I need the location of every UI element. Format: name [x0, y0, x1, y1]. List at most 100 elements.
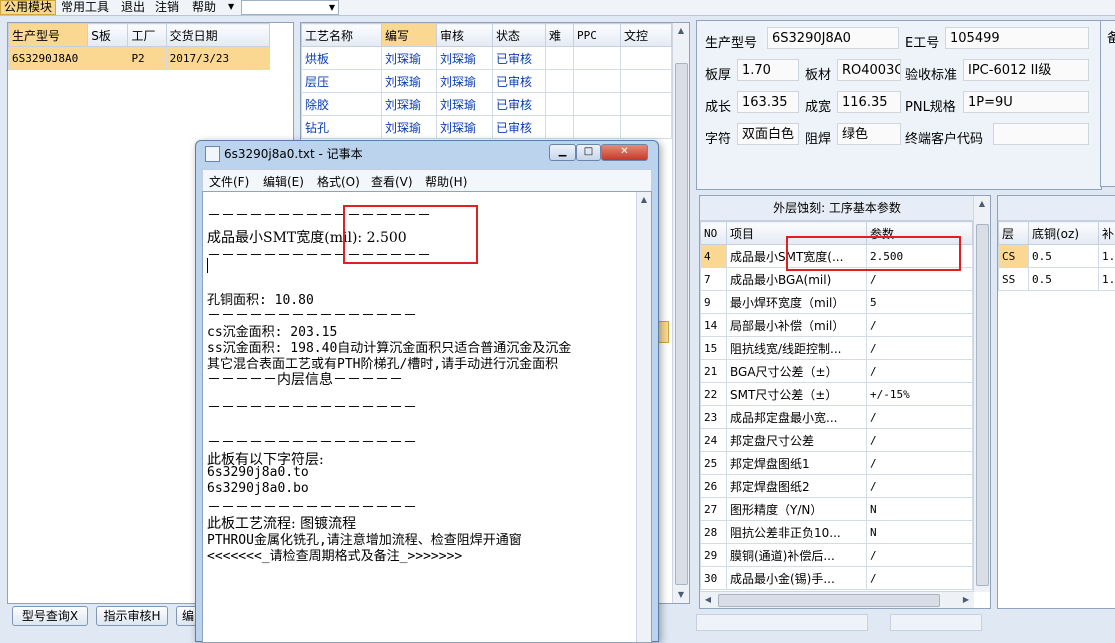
param-value-cell[interactable]: 5	[867, 291, 973, 314]
menu-public-module[interactable]: 公用模块	[0, 0, 56, 15]
param-item-cell[interactable]: 局部最小补偿（mil）	[727, 314, 867, 337]
col-header-base-copper[interactable]: 底铜(oz)	[1029, 222, 1099, 245]
order-s-board-cell[interactable]	[88, 47, 128, 70]
param-item-cell[interactable]: 膜铜(通道)补偿后...	[727, 544, 867, 567]
copper-cell[interactable]: 0.5	[1029, 268, 1099, 291]
param-item-cell[interactable]: 邦定盘尺寸公差	[727, 429, 867, 452]
param-item-cell[interactable]: 最小焊环宽度（mil）	[727, 291, 867, 314]
status-cell[interactable]: 已审核	[493, 70, 546, 93]
param-value-cell[interactable]: +/-15%	[867, 383, 973, 406]
col-header-difficulty[interactable]: 难	[546, 24, 574, 47]
notepad-menu-view[interactable]: 查看(V)	[371, 173, 413, 190]
width-field[interactable]: 116.35	[837, 91, 901, 113]
param-no-cell[interactable]: 9	[701, 291, 727, 314]
param-value-cell[interactable]: /	[867, 314, 973, 337]
param-no-cell[interactable]: 14	[701, 314, 727, 337]
maximize-icon[interactable]: □	[576, 144, 601, 161]
notepad-menu-help[interactable]: 帮助(H)	[425, 173, 467, 190]
difficulty-cell[interactable]	[546, 93, 574, 116]
status-cell[interactable]: 已审核	[493, 116, 546, 139]
scroll-up-icon[interactable]: ▲	[673, 23, 689, 39]
table-row[interactable]: 21BGA尺寸公差（±）/	[701, 360, 973, 383]
table-row[interactable]: 22SMT尺寸公差（±）+/-15%	[701, 383, 973, 406]
layer-cell[interactable]: SS	[999, 268, 1029, 291]
writer-cell[interactable]: 刘琛瑜	[382, 116, 437, 139]
param-item-cell[interactable]: 阻抗线宽/线距控制...	[727, 337, 867, 360]
col-header-process[interactable]: 工艺名称	[302, 24, 382, 47]
param-value-cell[interactable]: /	[867, 567, 973, 590]
param-value-cell[interactable]: N	[867, 521, 973, 544]
params-vertical-scrollbar[interactable]: ▲	[973, 196, 990, 592]
copper-cell[interactable]: 0.5	[1029, 245, 1099, 268]
col-header-writer[interactable]: 编写	[382, 24, 437, 47]
param-item-cell[interactable]: 成品邦定盘最小宽...	[727, 406, 867, 429]
col-header-no[interactable]: NO	[701, 222, 727, 245]
param-value-cell[interactable]: N	[867, 498, 973, 521]
col-header-doc-control[interactable]: 文控	[621, 24, 672, 47]
pnl-spec-field[interactable]: 1P=9U	[963, 91, 1089, 113]
param-no-cell[interactable]: 4	[701, 245, 727, 268]
difficulty-cell[interactable]	[546, 116, 574, 139]
param-item-cell[interactable]: 邦定焊盘图纸1	[727, 452, 867, 475]
table-row[interactable]: 6S3290J8A0 P2 2017/3/23	[9, 47, 270, 70]
supplement-cell[interactable]: 1.	[1099, 245, 1115, 268]
param-no-cell[interactable]: 24	[701, 429, 727, 452]
notepad-vertical-scrollbar[interactable]: ▲	[636, 192, 651, 642]
writer-cell[interactable]: 刘琛瑜	[382, 70, 437, 93]
scroll-left-icon[interactable]: ◀	[700, 592, 716, 608]
table-row[interactable]: 烘板刘琛瑜刘琛瑜已审核	[302, 47, 672, 70]
table-row[interactable]: 钻孔刘琛瑜刘琛瑜已审核	[302, 116, 672, 139]
param-no-cell[interactable]: 25	[701, 452, 727, 475]
table-row[interactable]: 26邦定焊盘图纸2/	[701, 475, 973, 498]
table-row[interactable]: 29膜铜(通道)补偿后.../	[701, 544, 973, 567]
thickness-field[interactable]: 1.70	[737, 59, 799, 81]
param-no-cell[interactable]: 7	[701, 268, 727, 291]
notepad-window[interactable]: 6s3290j8a0.txt - 记事本 ▁ □ ✕ 文件(F) 编辑(E) 格…	[195, 140, 659, 642]
param-value-cell[interactable]: /	[867, 475, 973, 498]
layer-cell[interactable]: CS	[999, 245, 1029, 268]
menu-exit[interactable]: 退出	[118, 0, 148, 15]
table-row[interactable]: 9最小焊环宽度（mil）5	[701, 291, 973, 314]
param-item-cell[interactable]: 邦定焊盘图纸2	[727, 475, 867, 498]
silkscreen-field[interactable]: 双面白色	[737, 123, 799, 145]
param-no-cell[interactable]: 21	[701, 360, 727, 383]
menu-common-tools[interactable]: 常用工具	[58, 0, 112, 15]
col-header-supplement[interactable]: 补	[1099, 222, 1115, 245]
param-value-cell[interactable]: /	[867, 429, 973, 452]
col-header-ppc[interactable]: PPC	[574, 24, 621, 47]
reviewer-cell[interactable]: 刘琛瑜	[437, 93, 493, 116]
doc-control-cell[interactable]	[621, 70, 672, 93]
ppc-cell[interactable]	[574, 93, 621, 116]
scrollbar-thumb[interactable]	[675, 63, 688, 585]
scroll-right-icon[interactable]: ▶	[958, 592, 974, 608]
length-field[interactable]: 163.35	[737, 91, 799, 113]
col-header-status[interactable]: 状态	[493, 24, 546, 47]
scrollbar-thumb[interactable]	[976, 224, 989, 586]
difficulty-cell[interactable]	[546, 47, 574, 70]
table-row[interactable]: 层压刘琛瑜刘琛瑜已审核	[302, 70, 672, 93]
param-no-cell[interactable]: 23	[701, 406, 727, 429]
end-customer-code-field[interactable]	[993, 123, 1089, 145]
table-row[interactable]: 15阻抗线宽/线距控制.../	[701, 337, 973, 360]
table-row[interactable]: CS 0.5 1.	[999, 245, 1115, 268]
doc-control-cell[interactable]	[621, 93, 672, 116]
doc-control-cell[interactable]	[621, 47, 672, 70]
supplement-cell[interactable]: 1.	[1099, 268, 1115, 291]
ppc-cell[interactable]	[574, 116, 621, 139]
menu-help[interactable]: 帮助	[189, 0, 219, 15]
model-query-button[interactable]: 型号查询X	[12, 606, 88, 626]
process-name-cell[interactable]: 层压	[302, 70, 382, 93]
param-no-cell[interactable]: 26	[701, 475, 727, 498]
writer-cell[interactable]: 刘琛瑜	[382, 93, 437, 116]
scroll-down-icon[interactable]: ▼	[673, 587, 689, 603]
material-field[interactable]: RO4003C	[837, 59, 901, 81]
param-value-cell[interactable]: /	[867, 406, 973, 429]
engineering-no-field[interactable]: 105499	[945, 27, 1089, 49]
difficulty-cell[interactable]	[546, 70, 574, 93]
table-row[interactable]: 30成品最小金(锡)手.../	[701, 567, 973, 590]
col-header-layer[interactable]: 层	[999, 222, 1029, 245]
param-no-cell[interactable]: 28	[701, 521, 727, 544]
menu-logout[interactable]: 注销	[152, 0, 182, 15]
acceptance-standard-field[interactable]: IPC-6012 II级	[963, 59, 1089, 81]
param-item-cell[interactable]: BGA尺寸公差（±）	[727, 360, 867, 383]
